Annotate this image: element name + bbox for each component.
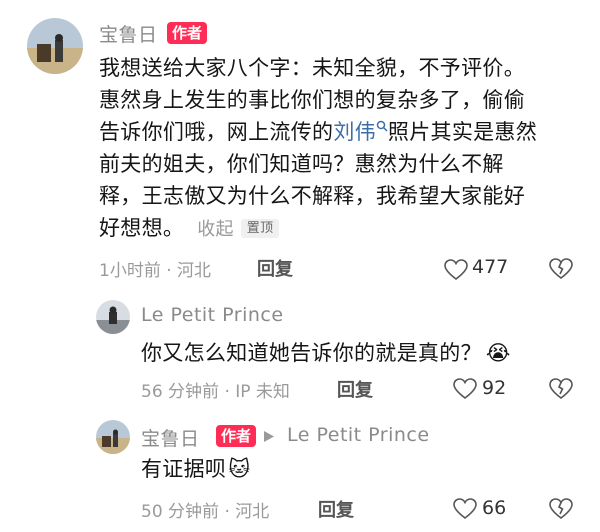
- search-link[interactable]: 刘伟: [333, 120, 376, 144]
- comment-author[interactable]: Le Petit Prince: [141, 304, 284, 326]
- collapse-button[interactable]: 收起: [197, 219, 234, 240]
- heart-icon[interactable]: [453, 498, 477, 520]
- pinned-badge: 置顶: [240, 219, 280, 238]
- like-count: 92: [482, 377, 507, 399]
- cat-emoji-icon: 🐱: [228, 457, 251, 481]
- comment-text: 你又怎么知道她告诉你的就是真的？ 😭: [141, 337, 581, 369]
- crying-emoji-icon: 😭: [485, 341, 511, 365]
- reply-button[interactable]: 回复: [318, 496, 354, 522]
- author-badge: 作者: [216, 425, 257, 447]
- dislike-heart-icon[interactable]: [549, 498, 573, 520]
- comment-text-main: 有证据呗: [141, 457, 227, 481]
- reply-button[interactable]: 回复: [257, 255, 293, 281]
- author-badge: 作者: [167, 22, 208, 44]
- comment-author[interactable]: 宝鲁日: [99, 20, 158, 47]
- like-count: 477: [472, 256, 509, 278]
- comment-author[interactable]: 宝鲁日: [141, 424, 200, 451]
- dislike-heart-icon[interactable]: [549, 378, 573, 400]
- search-icon[interactable]: [376, 120, 388, 132]
- comment-text: 我想送给大家八个字：未知全貌，不予评价。惠然身上发生的事比你们想的复杂多了，偷偷…: [99, 52, 539, 246]
- dislike-heart-icon[interactable]: [549, 258, 573, 280]
- avatar-le-petit-prince[interactable]: [96, 300, 130, 334]
- comment-text: 有证据呗🐱: [141, 453, 250, 485]
- comment-meta: 1小时前 · 河北: [99, 261, 212, 281]
- comment-meta: 56 分钟前 · IP 未知: [141, 382, 290, 402]
- comment-text-main: 你又怎么知道她告诉你的就是真的？: [141, 341, 482, 365]
- reply-button[interactable]: 回复: [337, 376, 373, 402]
- avatar-baoluri[interactable]: [96, 420, 130, 454]
- avatar-baoluri[interactable]: [27, 18, 83, 74]
- heart-icon[interactable]: [444, 259, 468, 281]
- reply-to-user[interactable]: Le Petit Prince: [287, 424, 430, 446]
- heart-icon[interactable]: [453, 378, 477, 400]
- like-count: 66: [482, 497, 507, 519]
- comment-meta: 50 分钟前 · 河北: [141, 502, 270, 522]
- play-triangle-icon: [264, 431, 274, 442]
